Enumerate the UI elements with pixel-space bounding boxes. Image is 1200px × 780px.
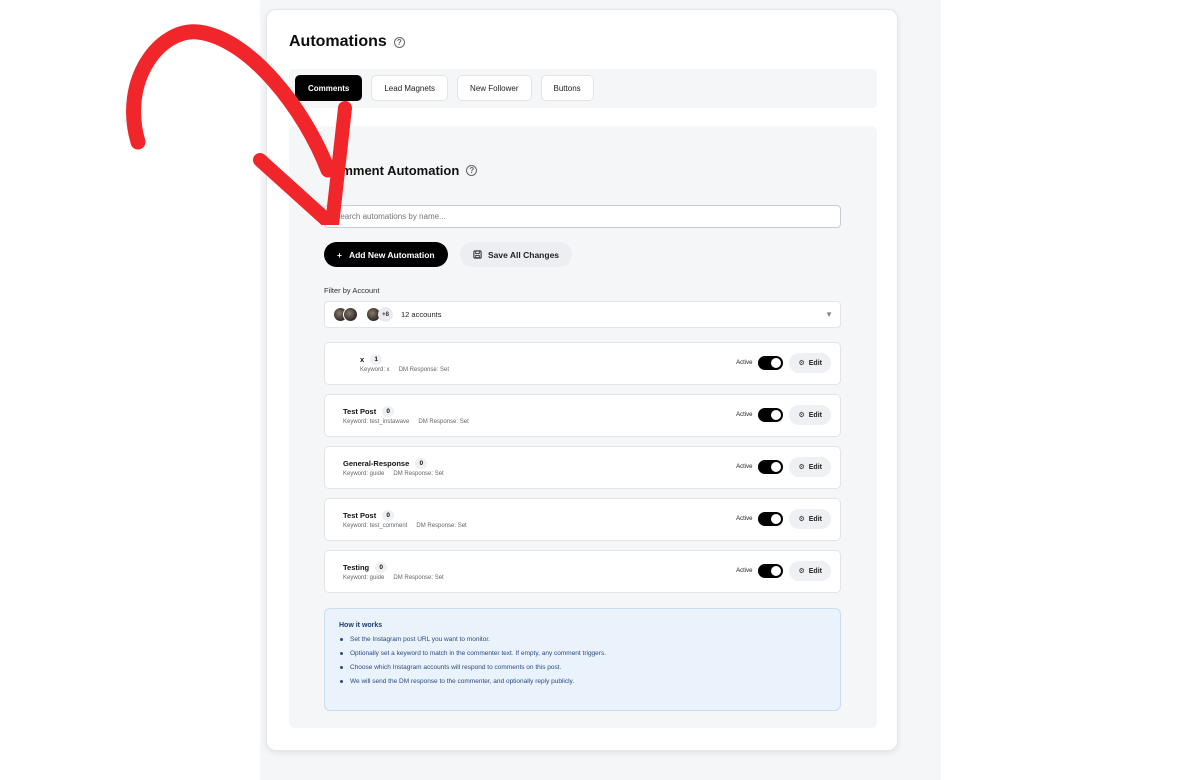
gear-icon: ⚙ [798,360,805,367]
row-actions: Active ⚙ Edit [736,561,831,581]
section-title-text: Comment Automation [324,163,460,178]
add-automation-button[interactable]: + Add New Automation [324,242,448,267]
automation-meta: Keyword: test_comment DM Response: Set [343,523,467,529]
automation-row[interactable]: Testing 0 Keyword: guide DM Response: Se… [324,550,841,593]
row-actions: Active ⚙ Edit [736,405,831,425]
edit-label: Edit [808,411,822,419]
status-label: Active [736,464,753,470]
automation-row[interactable]: Test Post 0 Keyword: test_comment DM Res… [324,498,841,541]
dm-response-text: DM Response: Set [418,419,469,425]
add-automation-label: Add New Automation [348,249,435,260]
gear-icon: ⚙ [798,516,805,523]
automation-name: General-Response 0 [343,458,428,469]
row-actions: Active ⚙ Edit [736,509,831,529]
automation-name-text: x [360,355,365,364]
list-item: Choose which Instagram accounts will res… [339,664,826,671]
active-toggle[interactable] [758,512,784,526]
edit-label: Edit [808,463,822,471]
count-badge: 0 [382,510,395,521]
status-label: Active [736,360,753,366]
keyword-text: Keyword: test_comment [343,523,408,529]
list-item: Optionally set a keyword to match in the… [339,650,826,657]
active-toggle[interactable] [758,564,784,578]
tab-lead-magnets[interactable]: Lead Magnets [371,75,449,101]
count-badge: 1 [370,354,383,365]
keyword-text: Keyword: test_instawave [343,419,410,425]
automation-meta: Keyword: guide DM Response: Set [343,575,444,581]
save-all-label: Save All Changes [488,249,560,260]
automation-name: x 1 [360,354,383,365]
keyword-text: Keyword: guide [343,575,385,581]
edit-button[interactable]: ⚙ Edit [789,457,831,477]
automation-name: Testing 0 [343,562,388,573]
help-circle-icon[interactable]: ? [393,36,405,48]
dm-response-text: DM Response: Set [393,471,444,477]
more-accounts-badge: +8 [378,307,393,322]
how-it-works-title: How it works [339,622,383,629]
automation-meta: Keyword: test_instawave DM Response: Set [343,419,469,425]
how-it-works-list: Set the Instagram post URL you want to m… [339,636,826,685]
row-actions: Active ⚙ Edit [736,353,831,373]
accounts-count: 12 accounts [401,310,442,319]
edit-button[interactable]: ⚙ Edit [789,509,831,529]
dm-response-text: DM Response: Set [416,523,467,529]
how-it-works-box: How it works Set the Instagram post URL … [324,608,841,711]
automation-row[interactable]: x 1 Keyword: x DM Response: Set Active ⚙… [324,342,841,385]
active-toggle[interactable] [758,408,784,422]
automations-card: Automations ? Comments Lead Magnets New … [266,9,898,751]
edit-label: Edit [808,567,822,575]
save-icon [473,250,482,259]
account-filter-select[interactable]: +8 12 accounts ▼ [324,301,841,328]
count-badge: 0 [375,562,388,573]
status-label: Active [736,568,753,574]
automation-meta: Keyword: x DM Response: Set [360,367,449,373]
plus-icon: + [337,249,342,260]
edit-button[interactable]: ⚙ Edit [789,405,831,425]
tab-new-follower[interactable]: New Follower [457,75,532,101]
section-title: Comment Automation ? [324,163,478,178]
edit-label: Edit [808,515,822,523]
automation-name-text: Testing [343,563,370,572]
tab-buttons[interactable]: Buttons [540,75,594,101]
row-actions: Active ⚙ Edit [736,457,831,477]
dm-response-text: DM Response: Set [398,367,450,373]
automation-meta: Keyword: guide DM Response: Set [343,471,444,477]
active-toggle[interactable] [758,356,784,370]
count-badge: 0 [415,458,428,469]
search-input[interactable] [324,205,841,228]
count-badge: 0 [382,406,395,417]
help-circle-icon[interactable]: ? [466,165,478,176]
automation-name: Test Post 0 [343,406,395,417]
save-all-button[interactable]: Save All Changes [460,242,573,267]
filter-label: Filter by Account [324,286,380,295]
gear-icon: ⚙ [798,464,805,471]
dm-response-text: DM Response: Set [393,575,444,581]
avatar [343,307,358,322]
chevron-down-icon: ▼ [825,310,833,319]
list-item: We will send the DM response to the comm… [339,678,826,685]
active-toggle[interactable] [758,460,784,474]
automation-row[interactable]: Test Post 0 Keyword: test_instawave DM R… [324,394,841,437]
keyword-text: Keyword: guide [343,471,385,477]
page-title-text: Automations [289,33,387,50]
page-title: Automations ? [289,33,405,51]
edit-label: Edit [808,359,822,367]
status-label: Active [736,516,753,522]
automation-name-text: Test Post [343,407,377,416]
tab-comments[interactable]: Comments [295,75,363,101]
edit-button[interactable]: ⚙ Edit [789,353,831,373]
keyword-text: Keyword: x [360,367,390,373]
gear-icon: ⚙ [798,568,805,575]
automation-row[interactable]: General-Response 0 Keyword: guide DM Res… [324,446,841,489]
list-item: Set the Instagram post URL you want to m… [339,636,826,643]
automation-name: Test Post 0 [343,510,395,521]
automation-name-text: Test Post [343,511,377,520]
status-label: Active [736,412,753,418]
automation-name-text: General-Response [343,459,410,468]
tab-bar: Comments Lead Magnets New Follower Butto… [289,69,877,108]
edit-button[interactable]: ⚙ Edit [789,561,831,581]
comment-automation-panel: Comment Automation ? + Add New Automatio… [289,126,877,728]
gear-icon: ⚙ [798,412,805,419]
